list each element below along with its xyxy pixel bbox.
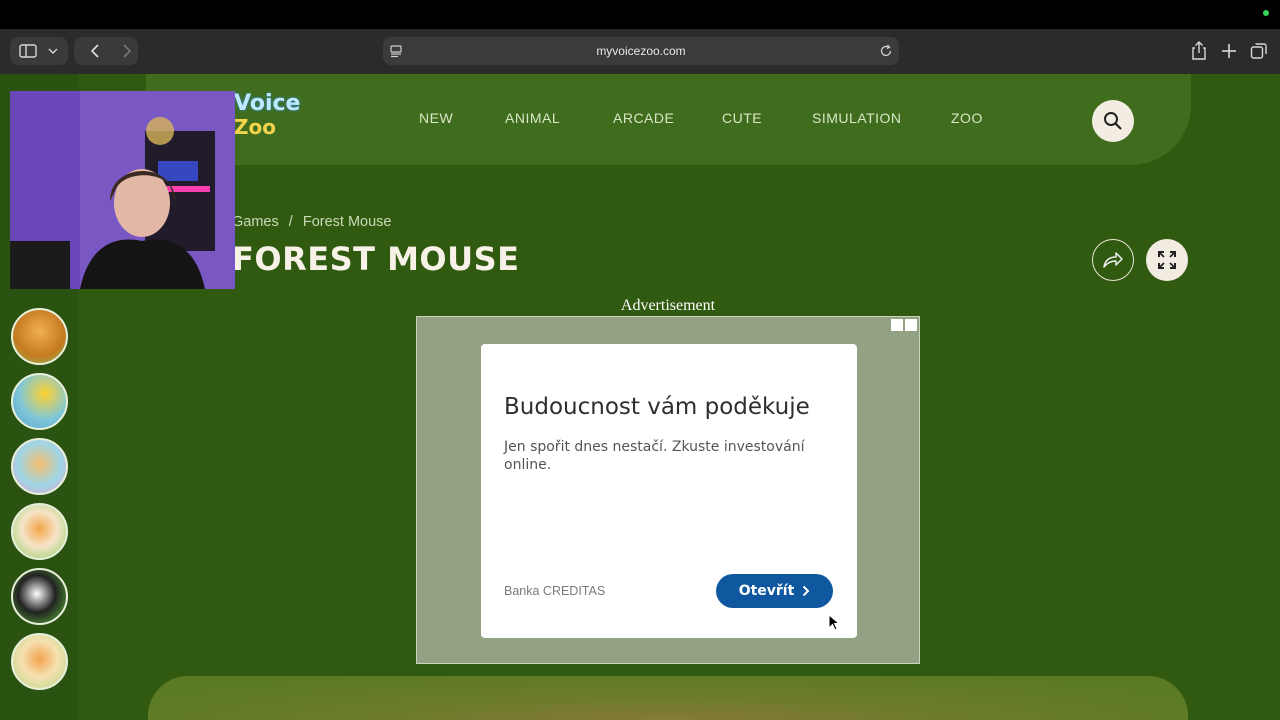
sidebar-toggle-button[interactable] — [10, 37, 68, 65]
game-thumbnail-pets[interactable] — [11, 438, 68, 495]
mouse-cursor — [828, 613, 841, 637]
search-button[interactable] — [1092, 100, 1134, 142]
ad-card[interactable]: Budoucnost vám poděkuje Jen spořit dnes … — [481, 344, 857, 638]
tab-overview-icon[interactable] — [1250, 41, 1268, 61]
game-frame[interactable] — [148, 676, 1188, 720]
nav-animal[interactable]: ANIMAL — [505, 110, 560, 126]
chevron-right-icon — [803, 585, 810, 597]
history-nav — [74, 37, 138, 65]
forward-icon[interactable] — [123, 44, 132, 58]
game-thumbnails — [11, 308, 68, 698]
breadcrumb-current: Forest Mouse — [302, 214, 392, 230]
new-tab-icon[interactable] — [1220, 41, 1238, 61]
browser-toolbar: myvoicezoo.com — [0, 29, 1280, 74]
logo-text-bottom: Zoo — [234, 115, 276, 139]
ad-menu-icon[interactable] — [905, 319, 917, 331]
ad-headline: Budoucnost vám poděkuje — [504, 394, 810, 420]
game-thumbnail-panda[interactable] — [11, 568, 68, 625]
reload-icon[interactable] — [879, 44, 893, 58]
game-thumbnail-duck[interactable] — [11, 373, 68, 430]
ad-label: Advertisement — [620, 297, 716, 314]
logo-text-top: Voice — [234, 91, 301, 116]
sidebar-icon — [19, 44, 58, 58]
breadcrumb-separator: / — [288, 214, 293, 230]
nav-cute[interactable]: CUTE — [722, 110, 762, 126]
share-icon[interactable] — [1190, 41, 1208, 61]
back-icon[interactable] — [90, 44, 99, 58]
nav-new[interactable]: NEW — [419, 110, 453, 126]
nav-zoo[interactable]: ZOO — [951, 110, 983, 126]
breadcrumb-games[interactable]: Games — [232, 214, 279, 230]
nav-arcade[interactable]: ARCADE — [613, 110, 674, 126]
cursor-arrow-icon — [828, 613, 841, 631]
fullscreen-button[interactable] — [1146, 239, 1188, 281]
search-icon — [1104, 112, 1122, 130]
ad-open-label: Otevřít — [738, 583, 795, 599]
address-bar[interactable]: myvoicezoo.com — [383, 37, 899, 65]
game-thumbnail-foxes[interactable] — [11, 633, 68, 690]
ad-choices[interactable] — [891, 319, 917, 331]
ad-open-button[interactable]: Otevřít — [716, 574, 833, 608]
webcam-person-image — [10, 91, 235, 289]
breadcrumb: Games / Forest Mouse — [232, 214, 398, 230]
status-indicator — [1263, 10, 1269, 16]
share-game-button[interactable] — [1092, 239, 1134, 281]
nav-simulation[interactable]: SIMULATION — [812, 110, 902, 126]
expand-icon — [1158, 251, 1176, 269]
ad-body-text: Jen spořit dnes nestačí. Zkuste investov… — [504, 439, 805, 473]
game-thumbnail-corgi[interactable] — [11, 503, 68, 560]
adchoices-icon[interactable] — [891, 319, 903, 331]
game-thumbnail-tiger[interactable] — [11, 308, 68, 365]
share-arrow-icon — [1103, 252, 1123, 268]
page-title: FOREST MOUSE — [232, 240, 520, 278]
site-logo[interactable]: Voice Zoo — [234, 92, 312, 148]
webcam-overlay — [10, 91, 235, 289]
macos-menubar — [0, 0, 1280, 29]
url-text: myvoicezoo.com — [596, 44, 686, 58]
ad-advertiser: Banka CREDITAS — [504, 584, 606, 598]
ad-container: Budoucnost vám poděkuje Jen spořit dnes … — [416, 316, 920, 664]
